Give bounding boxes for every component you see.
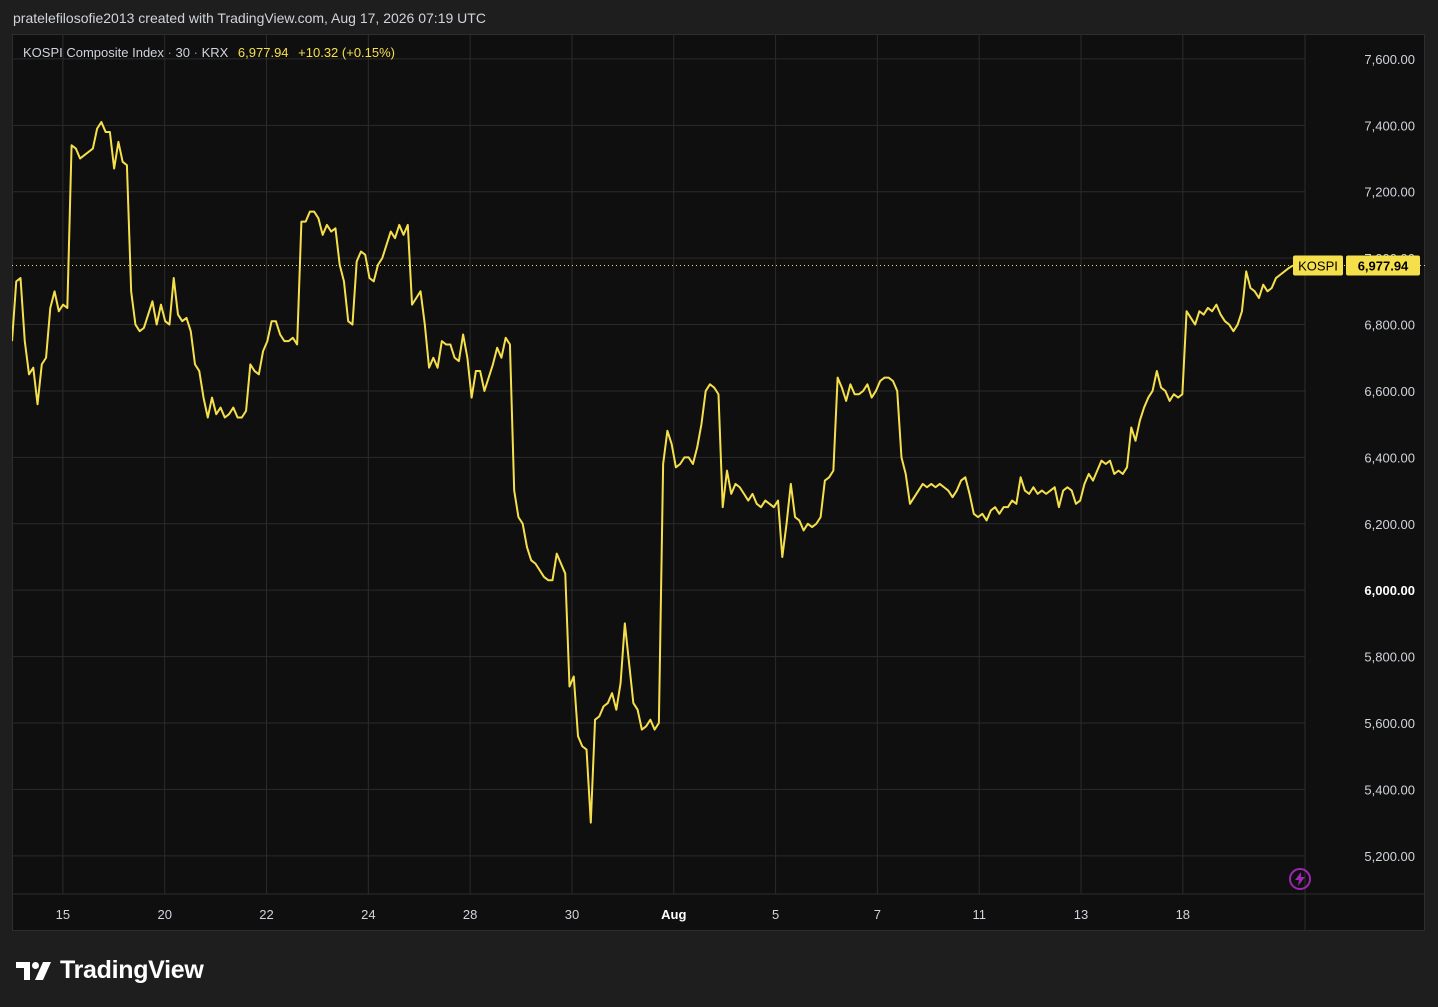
symbol-tag-text: KOSPI: [1298, 258, 1338, 273]
x-tick-label: 15: [56, 907, 70, 922]
exchange: KRX: [201, 45, 229, 60]
lightning-bolt-icon[interactable]: [1289, 868, 1311, 890]
y-tick-label: 6,200.00: [1364, 517, 1415, 532]
x-tick-label: Aug: [661, 907, 686, 922]
x-tick-label: 20: [157, 907, 171, 922]
chart-caption: pratelefilosofie2013 created with Tradin…: [13, 10, 486, 26]
x-tick-label: 11: [972, 907, 986, 922]
y-tick-label: 6,800.00: [1364, 318, 1415, 333]
brand-name: TradingView: [60, 956, 204, 984]
symbol-name: KOSPI Composite Index: [23, 45, 164, 60]
y-tick-label: 6,000.00: [1364, 583, 1415, 598]
y-tick-label: 5,200.00: [1364, 849, 1415, 864]
tradingview-brand[interactable]: TradingView: [16, 956, 204, 985]
y-tick-label: 7,200.00: [1364, 185, 1415, 200]
y-tick-label: 5,600.00: [1364, 716, 1415, 731]
legend-separator: ·: [193, 45, 198, 60]
x-tick-label: 28: [463, 907, 477, 922]
plot-area: [12, 120, 1294, 824]
y-tick-label: 7,600.00: [1364, 52, 1415, 67]
legend-price: 6,977.94: [237, 45, 289, 60]
y-tick-label: 5,800.00: [1364, 650, 1415, 665]
chart-legend[interactable]: KOSPI Composite Index · 30 · KRX 6,977.9…: [23, 45, 395, 60]
price-axis[interactable]: 5,200.00 5,400.00 5,600.00 5,800.00 6,000.00…: [1304, 34, 1415, 931]
price-chart[interactable]: 5,200.00 5,400.00 5,600.00 5,800.00 6,000.00…: [12, 34, 1425, 931]
legend-separator: ·: [167, 45, 172, 60]
x-tick-label: 30: [565, 907, 579, 922]
y-tick-label: 7,400.00: [1364, 118, 1415, 133]
legend-change: +10.32 (+0.15%): [298, 45, 396, 60]
price-line: [12, 120, 1294, 824]
tradingview-logo-icon: [16, 961, 51, 980]
x-tick-label: 5: [772, 907, 779, 922]
x-tick-label: 22: [259, 907, 273, 922]
price-tag-text: 6,977.94: [1358, 258, 1409, 273]
x-tick-label: 7: [874, 907, 881, 922]
x-tick-label: 24: [361, 907, 375, 922]
interval: 30: [175, 45, 190, 60]
y-tick-label: 5,400.00: [1364, 782, 1415, 797]
y-tick-label: 6,600.00: [1364, 384, 1415, 399]
x-tick-label: 18: [1176, 907, 1190, 922]
x-tick-label: 13: [1074, 907, 1088, 922]
time-axis[interactable]: 15 20 22 24 28 30 Aug 5 7 11 13 18: [12, 893, 1425, 922]
y-tick-label: 6,400.00: [1364, 450, 1415, 465]
